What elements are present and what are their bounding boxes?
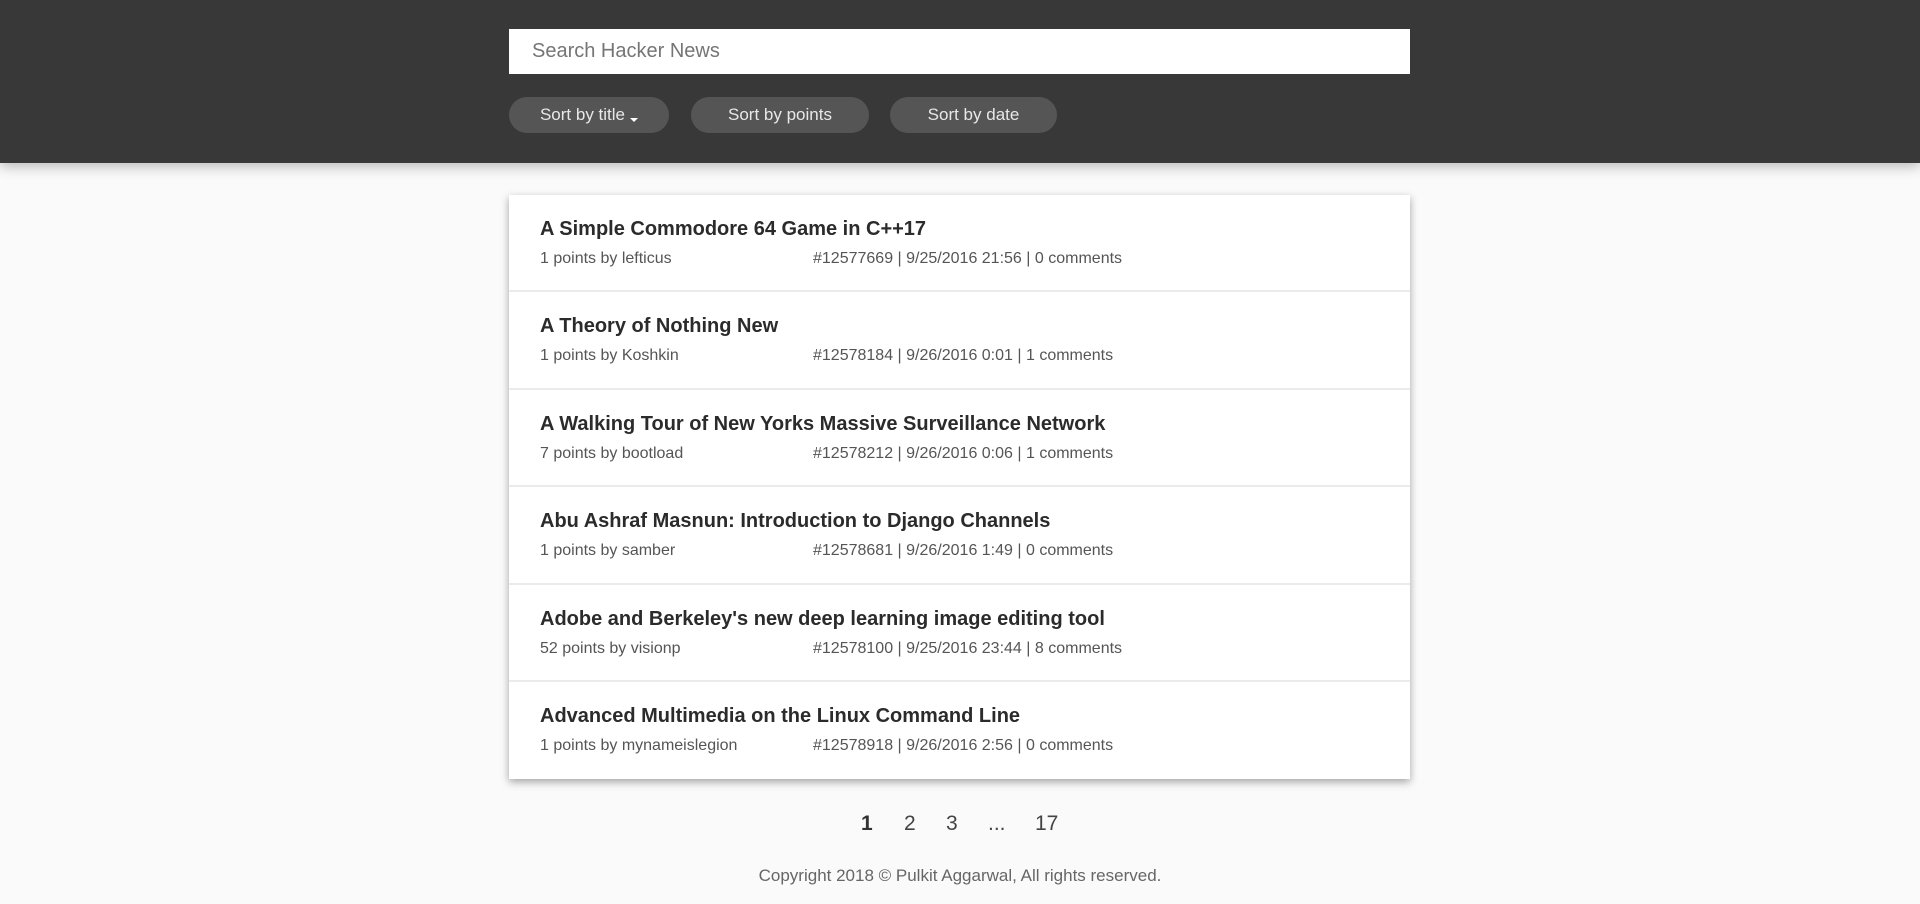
story-meta: #12578681 | 9/26/2016 1:49 | 0 comments — [813, 542, 1113, 560]
story-comments[interactable]: 0 comments — [1026, 737, 1113, 754]
page-2[interactable]: 2 — [904, 812, 916, 836]
story-byline: 52 points by visionp — [540, 639, 681, 657]
story-date: 9/25/2016 21:56 — [906, 250, 1022, 267]
page-1[interactable]: 1 — [861, 812, 873, 836]
separator: | — [897, 444, 902, 462]
story-row: A Theory of Nothing New 1 points by Kosh… — [509, 292, 1410, 390]
story-title[interactable]: A Simple Commodore 64 Game in C++17 — [540, 218, 926, 241]
story-byline: 7 points by bootload — [540, 444, 684, 462]
story-id: #12578212 — [813, 444, 894, 462]
separator: | — [1026, 639, 1031, 657]
caret-down-icon — [630, 118, 639, 122]
story-title[interactable]: Advanced Multimedia on the Linux Command… — [540, 705, 1020, 728]
story-byline: 1 points by lefticus — [540, 250, 672, 267]
sort-points-label: Sort by points — [728, 105, 832, 124]
separator: | — [897, 736, 902, 754]
story-row: A Walking Tour of New Yorks Massive Surv… — [509, 390, 1410, 488]
sort-by-title-button[interactable]: Sort by title — [509, 97, 669, 133]
story-row: Abu Ashraf Masnun: Introduction to Djang… — [509, 487, 1410, 585]
separator: | — [1017, 444, 1022, 462]
story-byline: 1 points by Koshkin — [540, 347, 679, 365]
story-title[interactable]: A Theory of Nothing New — [540, 315, 778, 338]
story-title[interactable]: Abu Ashraf Masnun: Introduction to Djang… — [540, 510, 1050, 533]
separator: | — [1017, 542, 1022, 560]
sort-by-points-button[interactable]: Sort by points — [691, 97, 869, 133]
story-comments[interactable]: 8 comments — [1035, 640, 1122, 657]
story-byline: 1 points by mynameislegion — [540, 736, 738, 754]
story-title[interactable]: Adobe and Berkeley's new deep learning i… — [540, 608, 1105, 631]
story-date: 9/26/2016 0:06 — [906, 444, 1013, 462]
story-title[interactable]: A Walking Tour of New Yorks Massive Surv… — [540, 413, 1105, 436]
story-comments[interactable]: 1 comments — [1026, 445, 1113, 462]
story-row: Advanced Multimedia on the Linux Command… — [509, 682, 1410, 779]
story-date: 9/26/2016 2:56 — [906, 736, 1013, 754]
separator: | — [897, 639, 902, 657]
page-3[interactable]: 3 — [946, 812, 958, 836]
story-row: A Simple Commodore 64 Game in C++17 1 po… — [509, 195, 1410, 293]
story-id: #12578681 — [813, 542, 894, 560]
story-meta: #12577669 | 9/25/2016 21:56 | 0 comments — [813, 250, 1122, 268]
story-comments[interactable]: 0 comments — [1035, 250, 1122, 267]
sort-by-date-button[interactable]: Sort by date — [890, 97, 1057, 133]
story-id: #12578918 — [813, 736, 894, 754]
page-17[interactable]: 17 — [1035, 812, 1058, 836]
story-date: 9/26/2016 1:49 — [906, 542, 1013, 560]
separator: | — [1017, 347, 1022, 365]
story-row: Adobe and Berkeley's new deep learning i… — [509, 585, 1410, 682]
sort-date-label: Sort by date — [927, 105, 1020, 124]
separator: | — [1026, 250, 1031, 267]
story-comments[interactable]: 0 comments — [1026, 542, 1113, 559]
separator: | — [1017, 736, 1022, 754]
pagination: 1 2 3 ... 17 — [0, 812, 1920, 842]
search-input[interactable] — [509, 29, 1410, 74]
story-id: #12578184 — [813, 347, 894, 365]
separator: | — [897, 542, 902, 560]
story-list: A Simple Commodore 64 Game in C++17 1 po… — [509, 195, 1410, 779]
page-ellipsis: ... — [988, 812, 1006, 835]
separator: | — [897, 347, 902, 365]
story-byline: 1 points by samber — [540, 542, 676, 560]
story-id: #12577669 — [813, 250, 894, 267]
story-id: #12578100 — [813, 639, 894, 657]
footer-copyright: Copyright 2018 © Pulkit Aggarwal, All ri… — [758, 866, 1162, 885]
story-date: 9/26/2016 0:01 — [906, 347, 1013, 365]
story-meta: #12578100 | 9/25/2016 23:44 | 8 comments — [813, 640, 1122, 658]
separator: | — [897, 250, 902, 267]
story-meta: #12578212 | 9/26/2016 0:06 | 1 comments — [813, 445, 1113, 463]
story-date: 9/25/2016 23:44 — [906, 639, 1022, 657]
story-meta: #12578918 | 9/26/2016 2:56 | 0 comments — [813, 737, 1113, 755]
story-meta: #12578184 | 9/26/2016 0:01 | 1 comments — [813, 347, 1113, 365]
sort-title-label: Sort by title — [539, 105, 626, 124]
header: Sort by title Sort by points Sort by dat… — [0, 0, 1920, 163]
story-comments[interactable]: 1 comments — [1026, 347, 1113, 364]
